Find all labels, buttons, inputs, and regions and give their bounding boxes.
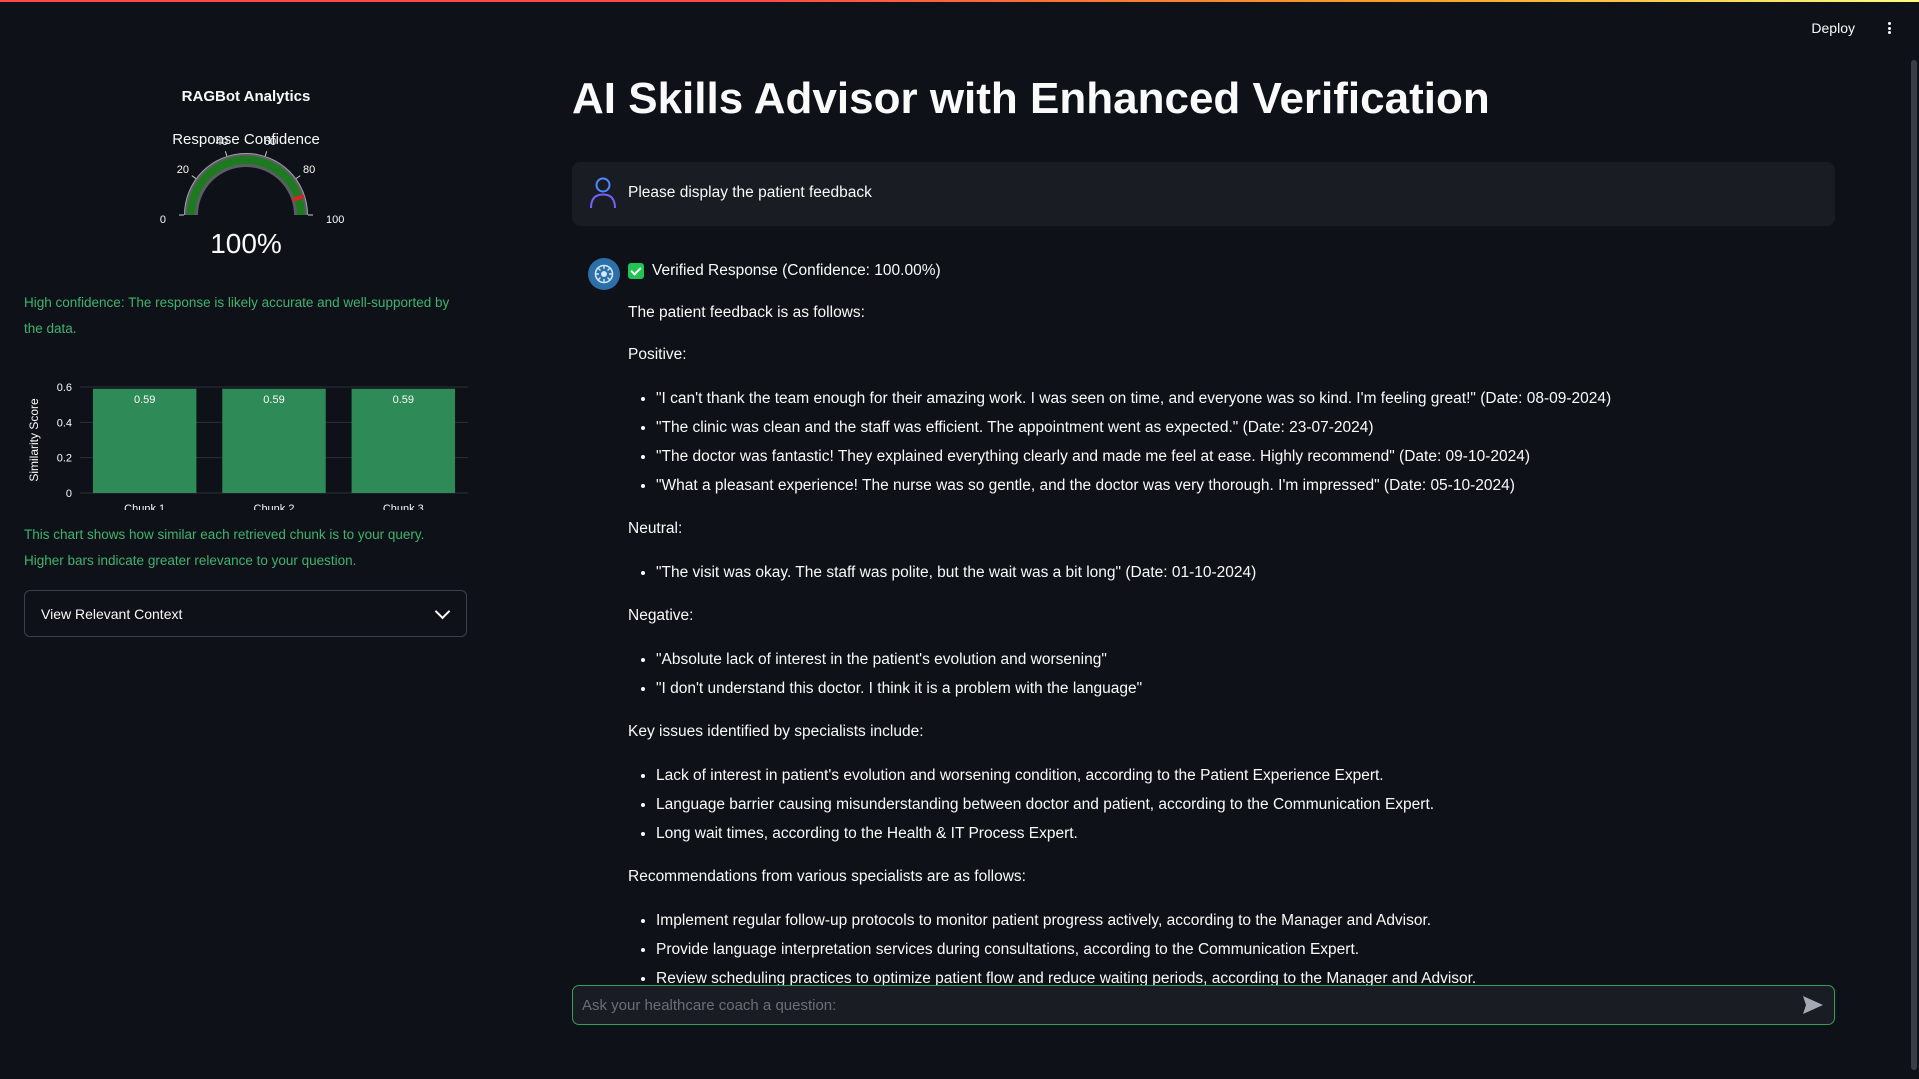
section-list: "The visit was okay. The staff was polit… — [628, 558, 1828, 587]
section-list: "I can't thank the team enough for their… — [628, 384, 1828, 500]
gauge-tick — [295, 175, 301, 179]
chat-input[interactable] — [573, 986, 1782, 1024]
view-context-expander[interactable]: View Relevant Context — [24, 590, 467, 637]
confidence-gauge: Response Confidence 0 20 40 60 80 100 100% — [120, 123, 372, 283]
gauge-tick — [224, 151, 228, 157]
assistant-avatar-icon — [588, 258, 620, 290]
expander-label: View Relevant Context — [41, 605, 183, 622]
x-tick-label: Chunk 1 — [124, 503, 165, 510]
bar-value-label: 0.59 — [134, 394, 155, 406]
sidebar: RAGBot Analytics Response Confidence 0 20… — [0, 0, 492, 1079]
gauge-tick — [264, 151, 268, 157]
section-list: Implement regular follow-up protocols to… — [628, 906, 1828, 993]
app-header: Deploy — [1811, 18, 1897, 38]
gauge-tick — [191, 175, 197, 179]
verified-label: Verified Response (Confidence: 100.00%) — [652, 262, 941, 279]
assistant-response: Verified Response (Confidence: 100.00%) … — [628, 258, 1828, 1009]
chevron-down-icon — [434, 603, 451, 619]
bar-value-label: 0.59 — [263, 394, 284, 406]
section-heading: Positive: — [628, 346, 687, 363]
y-tick-label: 0.6 — [57, 382, 72, 394]
check-icon — [628, 263, 644, 279]
x-tick-label: Chunk 2 — [254, 503, 295, 510]
list-item: Long wait times, according to the Health… — [656, 819, 1828, 848]
similarity-chart-svg: 0 0.2 0.4 0.6 0.59 Chunk 1 0.59 Chunk 2 0.59 Chun… — [27, 382, 468, 515]
list-item: "The clinic was clean and the staff was … — [656, 413, 1828, 442]
gauge-svg: Response Confidence 0 20 40 60 80 100 100% — [160, 131, 344, 259]
list-item: "The visit was okay. The staff was polit… — [656, 558, 1828, 587]
list-item: "I don't understand this doctor. I think… — [656, 674, 1828, 703]
bar-value-label: 0.59 — [393, 394, 414, 406]
gauge-tick-label: 100 — [326, 214, 344, 226]
y-tick-label: 0.2 — [57, 453, 72, 465]
y-tick-label: 0.4 — [57, 417, 72, 429]
section-heading: Neutral: — [628, 520, 683, 537]
chat-input-box[interactable] — [572, 985, 1835, 1025]
user-message: Please display the patient feedback — [572, 162, 1835, 226]
gauge-tick-label: 0 — [160, 214, 166, 226]
gauge-tick-label: 80 — [303, 164, 315, 176]
scrollbar[interactable] — [1911, 60, 1917, 1070]
gauge-title: Response Confidence — [172, 131, 320, 148]
section-heading: Key issues identified by specialists inc… — [628, 723, 924, 740]
list-item: "The doctor was fantastic! They explaine… — [656, 442, 1828, 471]
gauge-value-label: 100% — [210, 228, 282, 259]
sidebar-title: RAGBot Analytics — [181, 88, 311, 105]
y-tick-label: 0 — [66, 488, 72, 500]
list-item: Implement regular follow-up protocols to… — [656, 906, 1828, 935]
list-item: Language barrier causing misunderstandin… — [656, 790, 1828, 819]
similarity-chart: 0 0.2 0.4 0.6 0.59 Chunk 1 0.59 Chunk 2 0.59 Chun… — [20, 360, 470, 515]
section-list: Lack of interest in patient's evolution … — [628, 761, 1828, 848]
section-heading: Negative: — [628, 607, 694, 624]
gauge-tick-label: 60 — [264, 136, 276, 148]
gauge-tick-label: 40 — [216, 136, 228, 148]
confidence-caption: High confidence: The response is likely … — [24, 295, 450, 336]
list-item: Provide language interpretation services… — [656, 935, 1828, 964]
kebab-menu-icon[interactable] — [1881, 18, 1897, 38]
deploy-button[interactable]: Deploy — [1811, 20, 1855, 36]
verified-badge: Verified Response (Confidence: 100.00%) — [628, 258, 1828, 284]
y-axis-label: Similarity Score — [27, 398, 41, 482]
page-title: AI Skills Advisor with Enhanced Verifica… — [572, 74, 1490, 123]
list-item: "Absolute lack of interest in the patien… — [656, 645, 1828, 674]
list-item: "I can't thank the team enough for their… — [656, 384, 1828, 413]
list-item: Lack of interest in patient's evolution … — [656, 761, 1828, 790]
user-message-text: Please display the patient feedback — [628, 184, 872, 201]
section-list: "Absolute lack of interest in the patien… — [628, 645, 1828, 703]
chart-caption: This chart shows how similar each retrie… — [24, 527, 425, 568]
x-tick-label: Chunk 3 — [383, 503, 424, 510]
response-intro: The patient feedback is as follows: — [628, 304, 865, 321]
gauge-tick-label: 20 — [177, 164, 189, 176]
list-item: "What a pleasant experience! The nurse w… — [656, 471, 1828, 500]
user-icon — [590, 177, 616, 209]
send-icon[interactable] — [1802, 995, 1824, 1015]
section-heading: Recommendations from various specialists… — [628, 868, 1026, 885]
